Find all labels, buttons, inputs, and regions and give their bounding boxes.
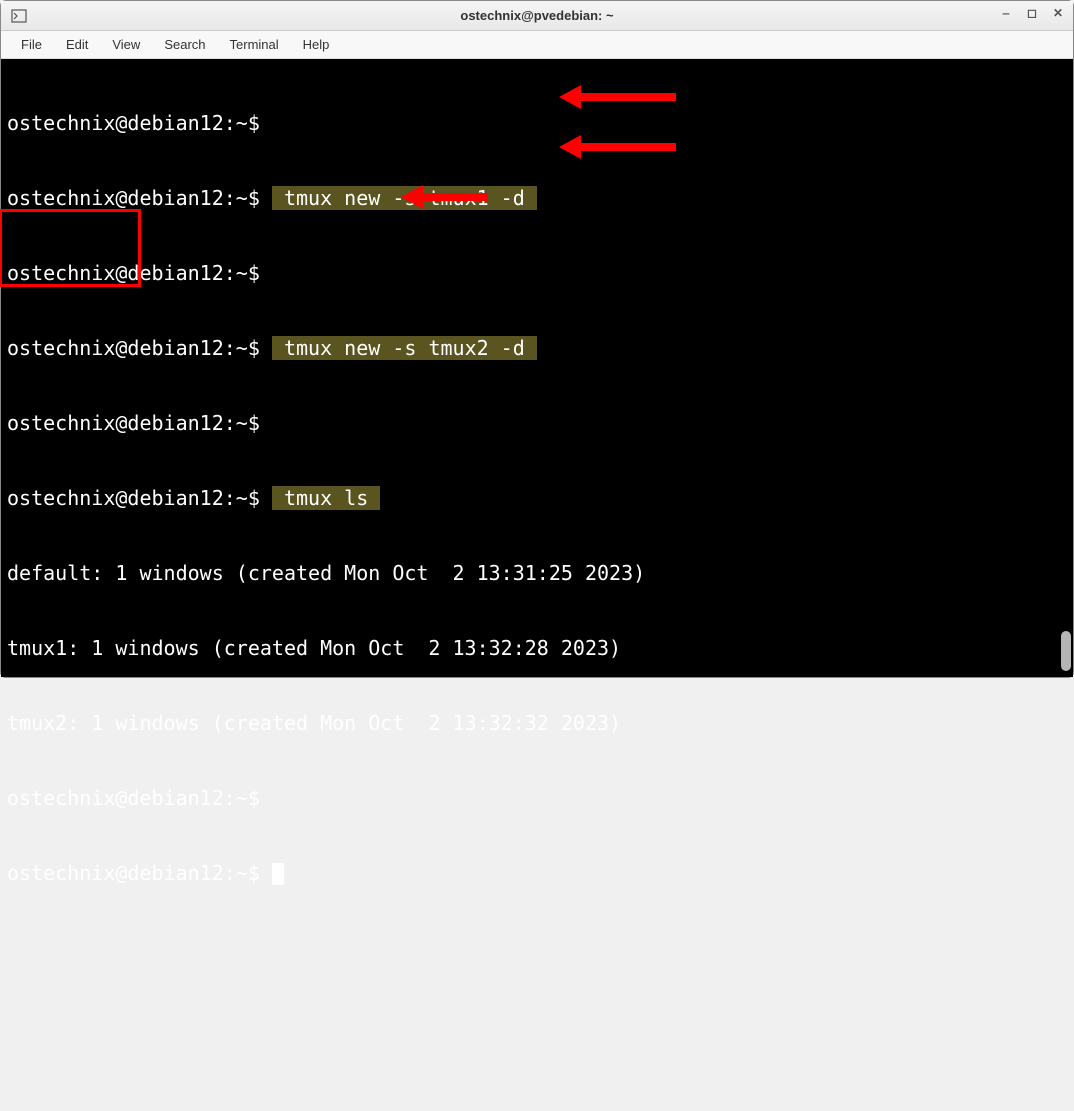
menubar: File Edit View Search Terminal Help xyxy=(1,31,1073,59)
app-icon xyxy=(11,8,27,24)
menu-view[interactable]: View xyxy=(102,34,150,55)
highlighted-command: tmux ls xyxy=(272,486,380,510)
maximize-button[interactable]: ◻ xyxy=(1025,6,1039,20)
annotation-arrow-icon xyxy=(559,141,676,153)
menu-edit[interactable]: Edit xyxy=(56,34,98,55)
term-line: ostechnix@debian12:~$ xyxy=(7,261,1067,286)
highlighted-command: tmux new -s tmux2 -d xyxy=(272,336,537,360)
menu-help[interactable]: Help xyxy=(293,34,340,55)
window-title: ostechnix@pvedebian: ~ xyxy=(460,8,613,23)
menu-search[interactable]: Search xyxy=(154,34,215,55)
term-line: ostechnix@debian12:~$ tmux ls xyxy=(7,486,1067,511)
titlebar: ostechnix@pvedebian: ~ ‒ ◻ ✕ xyxy=(1,1,1073,31)
cursor xyxy=(272,863,284,885)
term-line-output: default: 1 windows (created Mon Oct 2 13… xyxy=(7,561,1067,586)
term-line: ostechnix@debian12:~$ xyxy=(7,786,1067,811)
annotation-arrow-icon xyxy=(401,191,488,203)
term-line: ostechnix@debian12:~$ xyxy=(7,861,1067,886)
term-line-output: tmux2: 1 windows (created Mon Oct 2 13:3… xyxy=(7,711,1067,736)
scrollbar[interactable] xyxy=(1061,631,1071,671)
term-line: ostechnix@debian12:~$ xyxy=(7,111,1067,136)
term-line: ostechnix@debian12:~$ xyxy=(7,411,1067,436)
annotation-arrow-icon xyxy=(559,91,676,103)
terminal-area[interactable]: ostechnix@debian12:~$ ostechnix@debian12… xyxy=(1,59,1073,677)
menu-file[interactable]: File xyxy=(11,34,52,55)
term-line-output: tmux1: 1 windows (created Mon Oct 2 13:3… xyxy=(7,636,1067,661)
minimize-button[interactable]: ‒ xyxy=(999,6,1013,20)
window-controls: ‒ ◻ ✕ xyxy=(999,6,1065,20)
menu-terminal[interactable]: Terminal xyxy=(220,34,289,55)
term-line: ostechnix@debian12:~$ tmux new -s tmux1 … xyxy=(7,186,1067,211)
close-button[interactable]: ✕ xyxy=(1051,6,1065,20)
term-line: ostechnix@debian12:~$ tmux new -s tmux2 … xyxy=(7,336,1067,361)
